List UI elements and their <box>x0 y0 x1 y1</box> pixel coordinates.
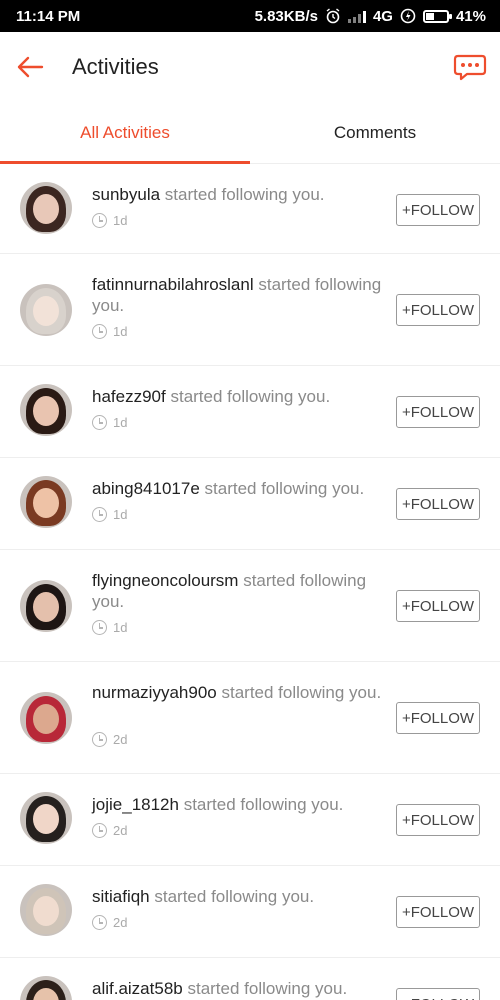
activity-text: sitiafiqh started following you. <box>92 886 384 907</box>
time-label: 2d <box>113 732 128 747</box>
battery-icon <box>422 9 452 23</box>
activity-time: 2d <box>92 915 127 930</box>
username-link[interactable]: sitiafiqh <box>92 887 150 906</box>
tab-all-activities[interactable]: All Activities <box>0 102 250 164</box>
clock-icon <box>92 915 107 930</box>
avatar[interactable] <box>20 182 72 234</box>
follow-button[interactable]: +FOLLOW <box>396 194 480 226</box>
arrow-left-icon <box>17 56 44 78</box>
chat-bubbles-icon <box>453 54 487 81</box>
activity-description: started following you. <box>187 979 348 998</box>
username-link[interactable]: abing841017e <box>92 479 200 498</box>
activity-item[interactable]: sitiafiqh started following you. 2d +FOLLO… <box>0 866 500 958</box>
time-label: 2d <box>113 915 128 930</box>
follow-button[interactable]: +FOLLOW <box>396 896 480 928</box>
status-bar: 11:14 PM 5.83KB/s 4G 41% <box>0 0 500 32</box>
activity-time: 1d <box>92 213 127 228</box>
data-saver-icon <box>400 8 416 24</box>
avatar[interactable] <box>20 884 72 936</box>
follow-button[interactable]: +FOLLOW <box>396 988 480 1000</box>
battery-level <box>425 12 434 20</box>
tab-comments[interactable]: Comments <box>250 102 500 163</box>
avatar[interactable] <box>20 692 72 744</box>
status-time: 11:14 PM <box>16 7 81 25</box>
activity-description: started following you. <box>204 479 365 498</box>
activity-item[interactable]: fatinnurnabilahroslanl started following… <box>0 254 500 366</box>
time-label: 1d <box>113 415 128 430</box>
activity-time: 2d <box>92 823 127 838</box>
username-link[interactable]: sunbyula <box>92 185 160 204</box>
activity-item[interactable]: abing841017e started following you. 1d +FO… <box>0 458 500 550</box>
activity-description: started following you. <box>221 683 382 702</box>
follow-button[interactable]: +FOLLOW <box>396 804 480 836</box>
time-label: 1d <box>113 324 128 339</box>
username-link[interactable]: flyingneoncoloursm <box>92 571 238 590</box>
tab-bar: All Activities Comments <box>0 102 500 164</box>
clock-icon <box>92 620 107 635</box>
activity-item[interactable]: jojie_1812h started following you. 2d +FOL… <box>0 774 500 866</box>
activity-time: 1d <box>92 324 127 339</box>
clock-icon <box>92 732 107 747</box>
clock-icon <box>92 415 107 430</box>
activity-list: sunbyula started following you. 1d +FOLLOW… <box>0 164 500 1000</box>
activity-description: started following you. <box>154 887 315 906</box>
activity-text: flyingneoncoloursm started following you… <box>92 570 384 612</box>
activity-description: started following you. <box>183 795 344 814</box>
battery-percentage: 41% <box>455 7 486 25</box>
signal-icon <box>347 10 366 23</box>
clock-icon <box>92 507 107 522</box>
clock-icon <box>92 213 107 228</box>
activity-time: 1d <box>92 415 127 430</box>
avatar[interactable] <box>20 284 72 336</box>
activity-text: jojie_1812h started following you. <box>92 794 384 815</box>
network-speed: 5.83KB/s <box>254 7 318 25</box>
clock-icon <box>92 823 107 838</box>
activity-time: 1d <box>92 507 127 522</box>
activity-item[interactable]: flyingneoncoloursm started following you… <box>0 550 500 662</box>
activity-time: 2d <box>92 732 127 747</box>
page-title: Activities <box>72 54 159 79</box>
activity-description: started following you. <box>164 185 325 204</box>
follow-button[interactable]: +FOLLOW <box>396 590 480 622</box>
username-link[interactable]: nurmaziyyah90o <box>92 683 217 702</box>
back-button[interactable] <box>0 32 60 102</box>
activity-text: alif.aizat58b started following you. <box>92 978 384 999</box>
status-indicators: 5.83KB/s 4G 41% <box>255 8 486 25</box>
activity-text: abing841017e started following you. <box>92 478 384 499</box>
activity-item[interactable]: sunbyula started following you. 1d +FOLLOW <box>0 164 500 254</box>
alarm-icon <box>325 8 341 24</box>
activity-text: sunbyula started following you. <box>92 184 384 205</box>
app-bar: Activities <box>0 32 500 102</box>
avatar[interactable] <box>20 384 72 436</box>
activity-item[interactable]: hafezz90f started following you. 1d +FOLLO… <box>0 366 500 458</box>
chat-button[interactable] <box>440 32 500 102</box>
time-label: 1d <box>113 620 128 635</box>
clock-icon <box>92 324 107 339</box>
time-label: 2d <box>113 823 128 838</box>
username-link[interactable]: jojie_1812h <box>92 795 179 814</box>
activity-text: nurmaziyyah90o started following you. <box>92 682 384 703</box>
activity-description: started following you. <box>170 387 331 406</box>
activity-item[interactable]: nurmaziyyah90o started following you. 2d +… <box>0 662 500 774</box>
avatar[interactable] <box>20 792 72 844</box>
username-link[interactable]: alif.aizat58b <box>92 979 183 998</box>
follow-button[interactable]: +FOLLOW <box>396 396 480 428</box>
username-link[interactable]: fatinnurnabilahroslanl <box>92 275 254 294</box>
activity-time: 1d <box>92 620 127 635</box>
activity-text: hafezz90f started following you. <box>92 386 384 407</box>
follow-button[interactable]: +FOLLOW <box>396 488 480 520</box>
avatar[interactable] <box>20 580 72 632</box>
network-type: 4G <box>372 7 393 25</box>
avatar[interactable] <box>20 476 72 528</box>
follow-button[interactable]: +FOLLOW <box>396 294 480 326</box>
activity-item[interactable]: alif.aizat58b started following you. +FOL… <box>0 958 500 1000</box>
time-label: 1d <box>113 213 128 228</box>
time-label: 1d <box>113 507 128 522</box>
avatar[interactable] <box>20 976 72 1000</box>
username-link[interactable]: hafezz90f <box>92 387 166 406</box>
activity-text: fatinnurnabilahroslanl started following… <box>92 274 384 316</box>
follow-button[interactable]: +FOLLOW <box>396 702 480 734</box>
